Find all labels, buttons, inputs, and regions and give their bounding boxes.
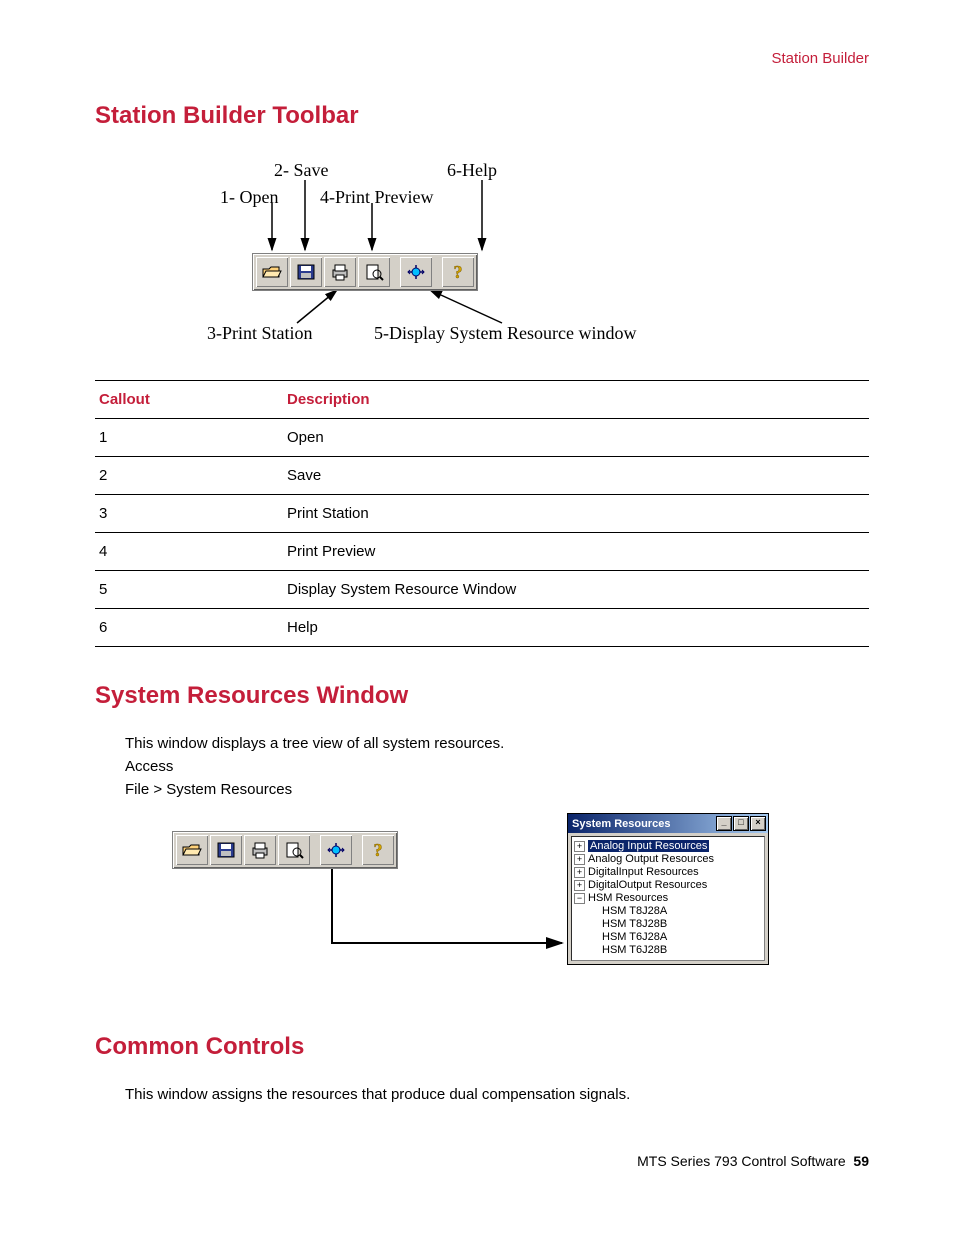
print-station-button[interactable] — [243, 834, 277, 866]
diagram-label-6-help: 6-Help — [447, 160, 497, 181]
diagram-label-3-print-station: 3-Print Station — [207, 323, 313, 344]
section-title-sysres: System Resources Window — [95, 682, 869, 710]
toolbar-small: ? — [172, 831, 398, 869]
expand-icon[interactable]: + — [574, 841, 585, 852]
printer-icon — [330, 263, 350, 281]
table-row: 2Save — [95, 457, 869, 495]
table-header-callout: Callout — [95, 381, 283, 419]
diagram-label-4-print-preview: 4-Print Preview — [320, 187, 433, 208]
print-preview-icon — [364, 263, 384, 281]
open-button[interactable] — [175, 834, 209, 866]
footer-text: MTS Series 793 Control Software — [637, 1153, 846, 1169]
help-button[interactable]: ? — [441, 256, 475, 288]
common-controls-description: This window assigns the resources that p… — [125, 1086, 869, 1103]
system-resource-button[interactable] — [399, 256, 433, 288]
table-row: 4Print Preview — [95, 533, 869, 571]
maximize-button[interactable]: □ — [733, 816, 749, 831]
tree-item[interactable]: DigitalInput Resources — [588, 866, 699, 878]
svg-text:?: ? — [374, 841, 383, 859]
access-label: Access — [125, 758, 869, 775]
close-button[interactable]: × — [750, 816, 766, 831]
print-preview-icon — [284, 841, 304, 859]
tree-item[interactable]: Analog Input Resources — [588, 840, 709, 852]
diagram-label-1-open: 1- Open — [220, 187, 278, 208]
page-number: 59 — [853, 1153, 869, 1169]
open-folder-icon — [262, 263, 282, 281]
help-icon: ? — [448, 263, 468, 281]
tree-item[interactable]: HSM T6J28A — [602, 931, 667, 943]
expand-icon[interactable]: + — [574, 867, 585, 878]
table-row: 3Print Station — [95, 495, 869, 533]
collapse-icon[interactable]: − — [574, 893, 585, 904]
svg-text:?: ? — [454, 263, 463, 281]
system-resources-window: System Resources _ □ × +Analog Input Res… — [567, 813, 769, 965]
section-title-common-controls: Common Controls — [95, 1033, 869, 1061]
print-station-button[interactable] — [323, 256, 357, 288]
tree-item[interactable]: HSM Resources — [588, 892, 668, 904]
tree-item[interactable]: HSM T8J28A — [602, 905, 667, 917]
window-title: System Resources — [572, 818, 670, 830]
help-button[interactable]: ? — [361, 834, 395, 866]
minimize-button[interactable]: _ — [716, 816, 732, 831]
save-button[interactable] — [209, 834, 243, 866]
sysres-description: This window displays a tree view of all … — [125, 735, 869, 752]
print-preview-button[interactable] — [357, 256, 391, 288]
window-titlebar[interactable]: System Resources _ □ × — [568, 814, 768, 833]
access-path: File > System Resources — [125, 781, 869, 798]
system-resource-icon — [326, 841, 346, 859]
sysres-diagram: ? System Resources _ □ × +Analog Input R… — [162, 813, 802, 1003]
printer-icon — [250, 841, 270, 859]
open-folder-icon — [182, 841, 202, 859]
table-row: 1Open — [95, 419, 869, 457]
floppy-disk-icon — [216, 841, 236, 859]
open-button[interactable] — [255, 256, 289, 288]
tree-item[interactable]: HSM T8J28B — [602, 918, 667, 930]
save-button[interactable] — [289, 256, 323, 288]
resource-tree[interactable]: +Analog Input Resources +Analog Output R… — [571, 836, 765, 961]
floppy-disk-icon — [296, 263, 316, 281]
callout-table: Callout Description 1Open 2Save 3Print S… — [95, 380, 869, 647]
toolbar: ? — [252, 253, 478, 291]
help-icon: ? — [368, 841, 388, 859]
table-row: 5Display System Resource Window — [95, 571, 869, 609]
header-section-label: Station Builder — [95, 50, 869, 67]
diagram-label-2-save: 2- Save — [274, 160, 328, 181]
expand-icon[interactable]: + — [574, 854, 585, 865]
tree-item[interactable]: HSM T6J28B — [602, 944, 667, 956]
toolbar-diagram: 1- Open 2- Save 3-Print Station 4-Print … — [202, 155, 762, 355]
print-preview-button[interactable] — [277, 834, 311, 866]
tree-item[interactable]: Analog Output Resources — [588, 853, 714, 865]
table-header-description: Description — [283, 381, 869, 419]
tree-item[interactable]: DigitalOutput Resources — [588, 879, 707, 891]
table-row: 6Help — [95, 609, 869, 647]
diagram-label-5-sysres: 5-Display System Resource window — [374, 323, 636, 344]
section-title-toolbar: Station Builder Toolbar — [95, 102, 869, 130]
page-footer: MTS Series 793 Control Software 59 — [95, 1153, 869, 1169]
expand-icon[interactable]: + — [574, 880, 585, 891]
system-resource-button[interactable] — [319, 834, 353, 866]
system-resource-icon — [406, 263, 426, 281]
